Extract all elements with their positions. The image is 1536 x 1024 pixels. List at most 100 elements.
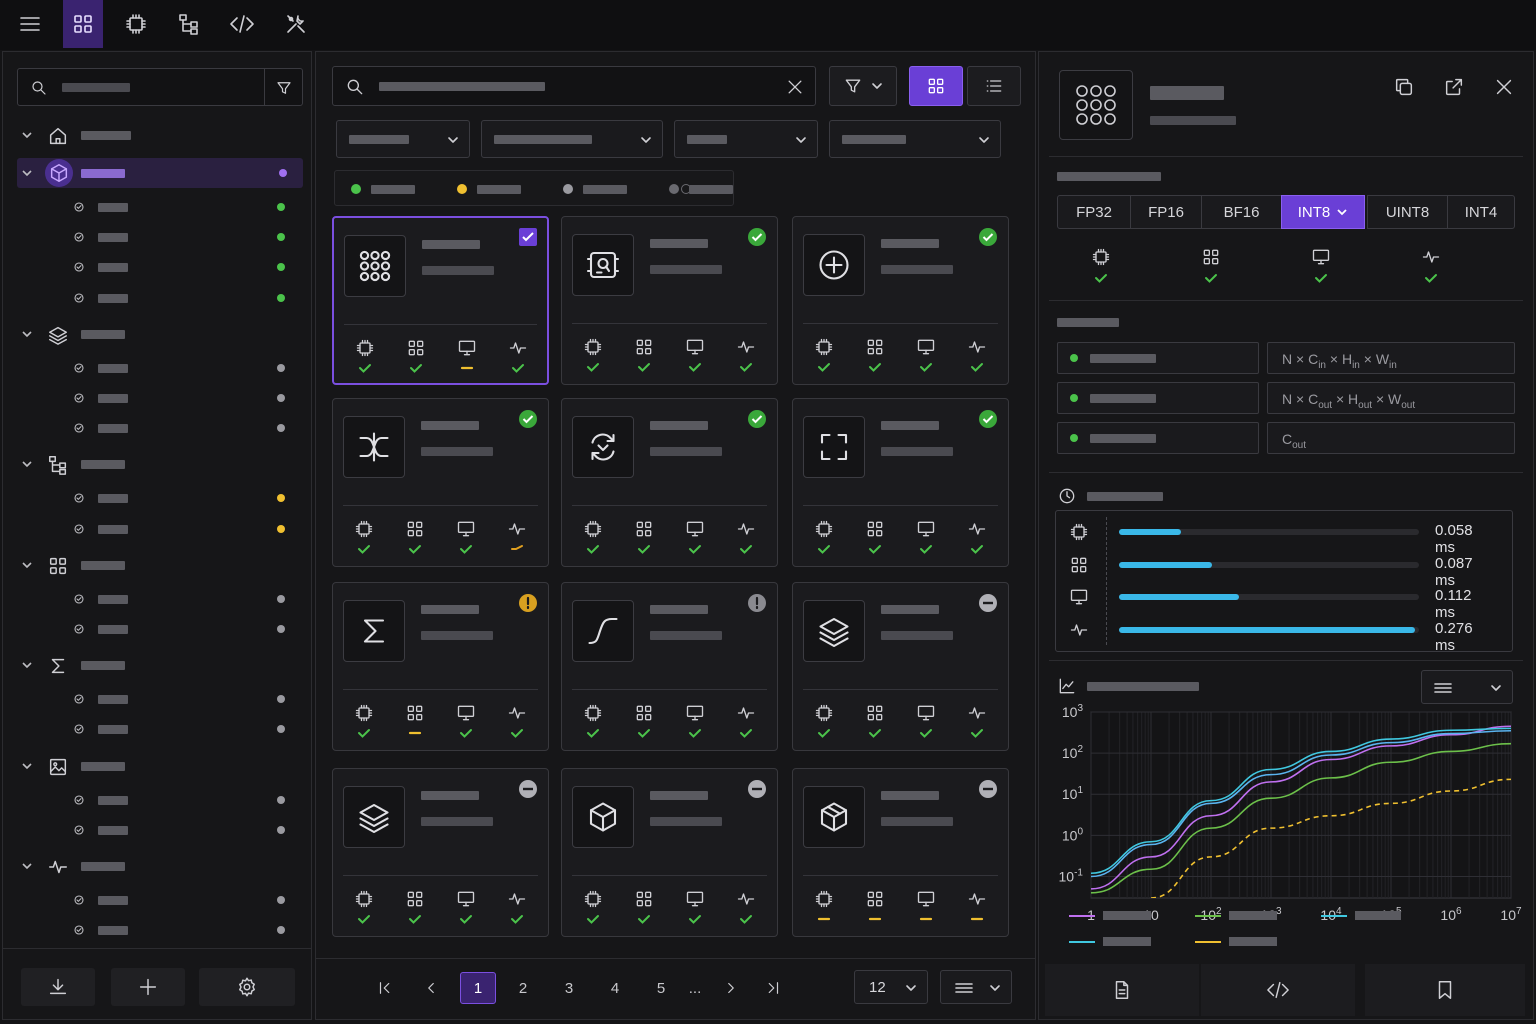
selected-checkbox[interactable] bbox=[518, 227, 538, 247]
monitor-icon bbox=[458, 340, 476, 356]
tree-item[interactable] bbox=[3, 192, 313, 222]
chevron-down-icon[interactable] bbox=[21, 559, 33, 571]
tree-search-input[interactable] bbox=[17, 68, 303, 106]
tree-group-2[interactable] bbox=[3, 319, 313, 349]
filter-button[interactable] bbox=[829, 66, 897, 106]
tree-item[interactable] bbox=[3, 283, 313, 313]
tree-item[interactable] bbox=[3, 915, 313, 945]
operator-card[interactable] bbox=[332, 582, 549, 751]
filter-dropdown-2[interactable] bbox=[481, 120, 663, 158]
chevron-down-icon[interactable] bbox=[21, 659, 33, 671]
io-tensor-row[interactable] bbox=[1057, 382, 1259, 414]
tree-group-6[interactable] bbox=[3, 751, 313, 781]
io-tensor-row[interactable] bbox=[1057, 422, 1259, 454]
tree-item[interactable] bbox=[3, 413, 313, 443]
filter-dropdown-4[interactable] bbox=[829, 120, 1001, 158]
operator-card[interactable] bbox=[792, 582, 1009, 751]
chevron-down-icon[interactable] bbox=[21, 167, 33, 179]
legend-swatch bbox=[669, 184, 679, 194]
clear-icon[interactable] bbox=[785, 77, 805, 97]
page-button-1[interactable]: 1 bbox=[460, 972, 496, 1004]
copy-icon[interactable] bbox=[1393, 76, 1415, 98]
download-button[interactable] bbox=[21, 968, 95, 1006]
tree-item[interactable] bbox=[3, 353, 313, 383]
operator-card[interactable] bbox=[561, 398, 778, 567]
chevron-down-icon[interactable] bbox=[21, 458, 33, 470]
operator-card[interactable] bbox=[561, 768, 778, 937]
operator-card[interactable] bbox=[332, 768, 549, 937]
catalog-search-input[interactable] bbox=[332, 66, 816, 106]
tree-item[interactable] bbox=[3, 483, 313, 513]
settings-button[interactable] bbox=[199, 968, 295, 1006]
tree-item[interactable] bbox=[3, 684, 313, 714]
precision-option[interactable]: INT4 bbox=[1447, 195, 1515, 229]
chip-icon[interactable] bbox=[116, 0, 156, 48]
tree-group-7[interactable] bbox=[3, 851, 313, 881]
density-select[interactable] bbox=[940, 970, 1012, 1004]
next-page-button[interactable] bbox=[714, 972, 748, 1004]
filter-dropdown-1[interactable] bbox=[336, 120, 470, 158]
chevron-down-icon[interactable] bbox=[21, 860, 33, 872]
first-page-button[interactable] bbox=[368, 972, 402, 1004]
chart-options-select[interactable] bbox=[1421, 670, 1513, 704]
precision-option[interactable]: BF16 bbox=[1201, 195, 1282, 229]
operator-card[interactable] bbox=[561, 216, 778, 385]
operator-card[interactable] bbox=[792, 398, 1009, 567]
docs-button[interactable] bbox=[1045, 964, 1199, 1016]
tree-group-4[interactable] bbox=[3, 550, 313, 580]
tree-item[interactable] bbox=[3, 714, 313, 744]
operator-icon-tile bbox=[343, 600, 405, 662]
status-legend bbox=[334, 170, 734, 206]
tree-item[interactable] bbox=[3, 785, 313, 815]
tree-item[interactable] bbox=[3, 885, 313, 915]
add-button[interactable] bbox=[111, 968, 185, 1006]
operator-card[interactable] bbox=[561, 582, 778, 751]
grid-icon[interactable] bbox=[63, 0, 103, 48]
chevron-down-icon[interactable] bbox=[21, 328, 33, 340]
external-link-icon[interactable] bbox=[1443, 76, 1465, 98]
tree-item[interactable] bbox=[3, 614, 313, 644]
menu-icon[interactable] bbox=[10, 0, 50, 48]
prev-page-button[interactable] bbox=[414, 972, 448, 1004]
partial-check-icon bbox=[511, 545, 523, 550]
list-view-button[interactable] bbox=[967, 66, 1021, 106]
tree-item[interactable] bbox=[3, 252, 313, 282]
page-size-select[interactable]: 12 bbox=[854, 970, 928, 1004]
tree-item[interactable] bbox=[3, 222, 313, 252]
grid-icon bbox=[636, 521, 652, 537]
operator-card[interactable] bbox=[792, 216, 1009, 385]
page-button-3[interactable]: 3 bbox=[552, 972, 586, 1004]
source-code-button[interactable] bbox=[1201, 964, 1355, 1016]
tree-item[interactable] bbox=[3, 584, 313, 614]
chevron-down-icon[interactable] bbox=[21, 760, 33, 772]
page-button-2[interactable]: 2 bbox=[506, 972, 540, 1004]
close-icon[interactable] bbox=[1493, 76, 1515, 98]
precision-option[interactable]: FP32 bbox=[1057, 195, 1131, 229]
precision-option[interactable]: UINT8 bbox=[1367, 195, 1448, 229]
tree-group-5[interactable] bbox=[3, 650, 313, 680]
hierarchy-icon[interactable] bbox=[169, 0, 209, 48]
tree-item[interactable] bbox=[3, 514, 313, 544]
filter-dropdown-3[interactable] bbox=[674, 120, 818, 158]
bookmark-button[interactable] bbox=[1365, 964, 1525, 1016]
tree-item[interactable] bbox=[3, 815, 313, 845]
operator-card[interactable] bbox=[332, 398, 549, 567]
chevron-down-icon[interactable] bbox=[21, 129, 33, 141]
tree-item[interactable] bbox=[3, 383, 313, 413]
page-button-5[interactable]: 5 bbox=[644, 972, 678, 1004]
filter-icon[interactable] bbox=[275, 79, 293, 97]
page-button-4[interactable]: 4 bbox=[598, 972, 632, 1004]
precision-option[interactable]: INT8 bbox=[1281, 195, 1365, 229]
tree-group-1[interactable] bbox=[17, 158, 303, 188]
tree-group-0[interactable] bbox=[3, 120, 313, 150]
operator-card[interactable] bbox=[332, 216, 549, 385]
io-tensor-row[interactable] bbox=[1057, 342, 1259, 374]
precision-option[interactable]: FP16 bbox=[1130, 195, 1202, 229]
tree-group-3[interactable] bbox=[3, 449, 313, 479]
last-page-button[interactable] bbox=[756, 972, 790, 1004]
chevron-down-icon bbox=[796, 137, 806, 143]
code-icon[interactable] bbox=[222, 0, 262, 48]
operator-card[interactable] bbox=[792, 768, 1009, 937]
tools-icon[interactable] bbox=[276, 0, 316, 48]
grid-view-button[interactable] bbox=[909, 66, 963, 106]
